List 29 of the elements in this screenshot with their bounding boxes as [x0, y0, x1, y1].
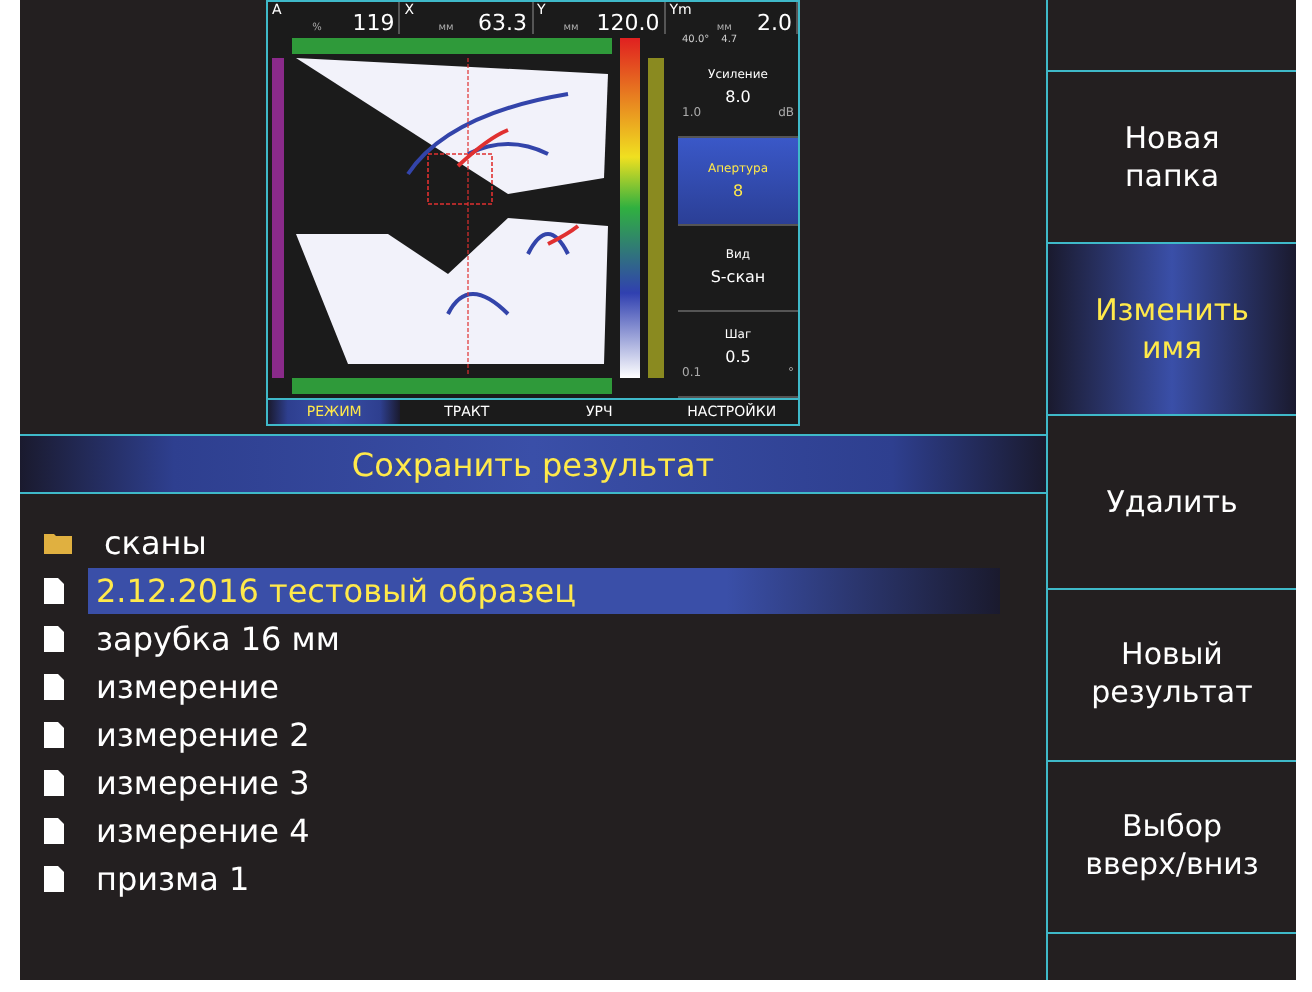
parameter-value: S-скан: [710, 268, 766, 287]
file-item[interactable]: измерение 4: [88, 807, 318, 853]
softkey-button[interactable]: Удалить: [1048, 414, 1296, 588]
document-icon: [44, 721, 64, 747]
dialog-title: Сохранить результат: [20, 434, 1046, 494]
parameter-value: 8: [732, 181, 744, 200]
document-icon: [44, 865, 64, 891]
file-item[interactable]: измерение 2: [88, 711, 318, 757]
file-item[interactable]: измерение: [88, 663, 288, 709]
file-item[interactable]: измерение 3: [88, 759, 318, 805]
softkey-button[interactable]: Новый результат: [1048, 587, 1296, 760]
document-icon: [44, 577, 64, 603]
readout-value: 120.0: [596, 12, 660, 34]
document-icon: [44, 769, 64, 795]
softkey-button[interactable]: Выбор вверх/вниз: [1048, 759, 1296, 933]
file-item[interactable]: 2.12.2016 тестовый образец: [88, 567, 1000, 613]
document-icon: [44, 673, 64, 699]
file-item[interactable]: сканы: [96, 519, 215, 565]
parameter-value: 0.5: [725, 347, 751, 366]
readout-value: 2.0: [757, 12, 792, 34]
readout-value: 119: [352, 12, 395, 34]
parameter-value: 8.0: [725, 88, 751, 107]
document-icon: [44, 817, 64, 843]
folder-icon: [44, 530, 72, 554]
file-item[interactable]: зарубка 16 мм: [88, 615, 348, 661]
file-item[interactable]: призма 1: [88, 855, 258, 901]
readout-value: 63.3: [478, 12, 527, 34]
document-icon: [44, 625, 64, 651]
softkey-button[interactable]: Изменить имя: [1048, 242, 1296, 415]
